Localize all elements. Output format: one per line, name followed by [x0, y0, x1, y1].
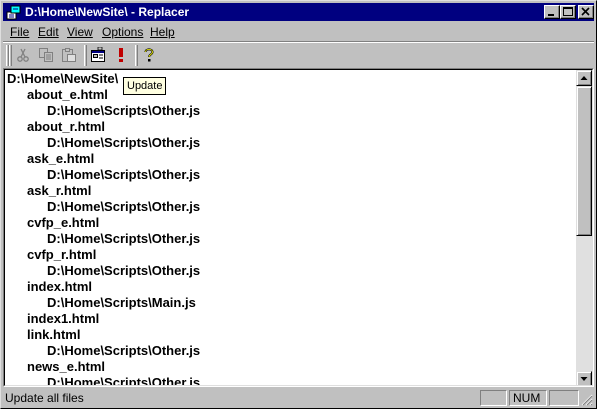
paste-icon	[62, 48, 76, 62]
scroll-up-button[interactable]	[576, 70, 592, 86]
update-tooltip: Update	[123, 77, 167, 95]
close-icon	[581, 7, 590, 16]
vertical-scrollbar[interactable]	[576, 70, 592, 385]
menu-file[interactable]: File	[10, 25, 29, 39]
tree-file-item[interactable]: ask_e.html	[27, 151, 94, 167]
status-panel-empty	[480, 390, 507, 406]
arrow-down-icon	[580, 377, 588, 381]
tree-script-item[interactable]: D:\Home\Scripts\Other.js	[47, 135, 200, 151]
status-num-indicator: NUM	[509, 390, 547, 406]
status-message: Update all files	[5, 391, 84, 405]
update-button[interactable]	[110, 44, 133, 66]
copy-icon	[39, 48, 53, 62]
maximize-icon	[563, 7, 573, 16]
status-bar: Update all files NUM	[3, 389, 594, 407]
menu-view[interactable]: View	[67, 25, 93, 39]
cut-button[interactable]	[12, 44, 35, 66]
tree-script-item[interactable]: D:\Home\Scripts\Other.js	[47, 343, 200, 359]
tree-file-item[interactable]: about_r.html	[27, 119, 105, 135]
tree-file-item[interactable]: index1.html	[27, 311, 99, 327]
paste-button[interactable]	[58, 44, 81, 66]
menu-edit[interactable]: Edit	[38, 25, 59, 39]
scrollbar-thumb[interactable]	[576, 86, 592, 236]
app-icon[interactable]	[6, 4, 22, 20]
file-tree[interactable]: D:\Home\NewSite\ about_e.html D:\Home\Scr…	[4, 69, 593, 386]
tree-file-item[interactable]: link.html	[27, 327, 80, 343]
copy-button[interactable]	[35, 44, 58, 66]
tree-file-item[interactable]: cvfp_r.html	[27, 247, 96, 263]
help-button[interactable]	[138, 44, 161, 66]
tree-script-item[interactable]: D:\Home\Scripts\Other.js	[47, 231, 200, 247]
scroll-down-button[interactable]	[576, 371, 592, 385]
help-question-icon	[144, 48, 154, 62]
tree-root[interactable]: D:\Home\NewSite\	[7, 71, 118, 87]
tree-script-item[interactable]: D:\Home\Scripts\Main.js	[47, 295, 196, 311]
scissors-icon	[17, 48, 29, 62]
tree-script-item[interactable]: D:\Home\Scripts\Other.js	[47, 375, 200, 385]
tree-file-item[interactable]: ask_r.html	[27, 183, 91, 199]
tree-script-item[interactable]: D:\Home\Scripts\Other.js	[47, 103, 200, 119]
tree-script-item[interactable]: D:\Home\Scripts\Other.js	[47, 263, 200, 279]
maximize-button[interactable]	[560, 5, 576, 19]
tree-file-item[interactable]: about_e.html	[27, 87, 108, 103]
properties-icon	[91, 47, 105, 62]
minimize-button[interactable]	[544, 5, 560, 19]
tree-script-item[interactable]: D:\Home\Scripts\Other.js	[47, 167, 200, 183]
tree-file-item[interactable]: cvfp_e.html	[27, 215, 99, 231]
toolbar	[3, 43, 594, 69]
menu-bar: File Edit View Options Help	[3, 22, 594, 41]
tree-file-item[interactable]: index.html	[27, 279, 92, 295]
tree-script-item[interactable]: D:\Home\Scripts\Other.js	[47, 199, 200, 215]
status-panel-scroll	[549, 390, 579, 406]
file-tree-content: D:\Home\NewSite\ about_e.html D:\Home\Scr…	[5, 70, 576, 385]
menu-options[interactable]: Options	[102, 25, 143, 39]
close-button[interactable]	[578, 5, 594, 19]
replacer-window: D:\Home\NewSite\ - Replacer File Edit Vi…	[0, 0, 597, 409]
exclamation-icon	[119, 48, 123, 62]
window-title: D:\Home\NewSite\ - Replacer	[25, 5, 190, 19]
arrow-up-icon	[580, 76, 588, 80]
file-tree-frame: D:\Home\NewSite\ about_e.html D:\Home\Scr…	[3, 68, 594, 387]
title-bar[interactable]: D:\Home\NewSite\ - Replacer	[3, 3, 594, 21]
menu-help[interactable]: Help	[150, 25, 175, 39]
minimize-icon	[548, 14, 554, 16]
resize-grip-icon[interactable]	[581, 394, 593, 406]
properties-button[interactable]	[87, 44, 110, 66]
tree-file-item[interactable]: news_e.html	[27, 359, 105, 375]
